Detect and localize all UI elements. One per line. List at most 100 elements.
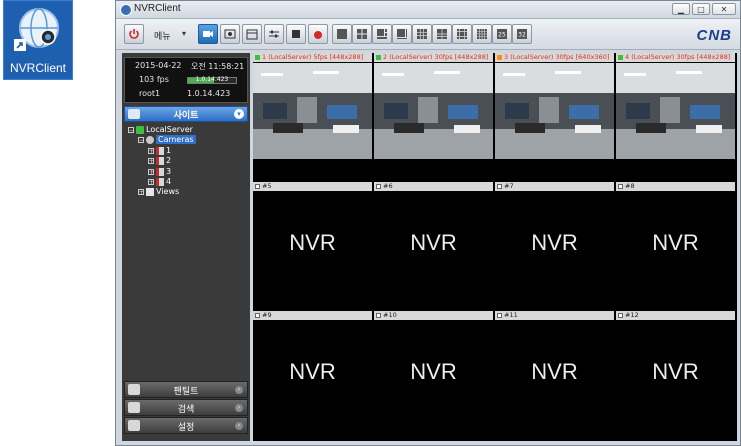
video-tile-3[interactable]: 3 (LocalServer) 30fps [640x360] [495, 53, 614, 180]
tile-status-indicator [497, 312, 502, 318]
no-video-placeholder: NVR [531, 230, 578, 255]
layout-4-button[interactable] [352, 24, 372, 44]
video-tile-header: #5 [253, 182, 372, 191]
layout-16-button[interactable] [472, 24, 492, 44]
maximize-button[interactable]: □ [692, 3, 710, 15]
layout-25-button[interactable]: 25 [492, 24, 512, 44]
tile-title: #6 [383, 182, 393, 190]
cnb-logo: CNB [696, 27, 732, 44]
tree-node-camera-2[interactable]: +2 [148, 156, 171, 166]
tile-title: #8 [625, 182, 635, 190]
search-panel-button[interactable]: 검색 › [124, 399, 248, 416]
layout-9-button[interactable] [412, 24, 432, 44]
tile-status-indicator [376, 54, 381, 60]
ptz-panel-button[interactable]: 팬틸트 › [124, 381, 248, 398]
expand-toggle[interactable]: + [148, 168, 154, 175]
video-tile-6[interactable]: #6 NVR [374, 182, 493, 309]
chevron-down-icon[interactable]: ▾ [234, 109, 244, 119]
video-tile-9[interactable]: #9 NVR [253, 311, 372, 438]
layout-quad-icon [357, 29, 367, 39]
search-label: 검색 [177, 405, 195, 415]
video-tile-4[interactable]: 4 (LocalServer) 30fps [448x288] [616, 53, 735, 180]
expand-toggle[interactable]: + [148, 178, 154, 185]
video-tile-1[interactable]: 1 (LocalServer) 5fps [448x288] [253, 53, 372, 180]
tile-title: #12 [625, 311, 639, 319]
video-tile-12[interactable]: #12 NVR [616, 311, 735, 438]
menu-dropdown-icon[interactable]: ▾ [182, 29, 186, 38]
tree-node-cameras[interactable]: − Cameras [138, 135, 196, 145]
layout-sixteen-icon [477, 29, 487, 39]
tree-node-camera-3[interactable]: +3 [148, 167, 171, 177]
chevron-right-icon: › [235, 404, 243, 412]
layout-32-icon: 32 [517, 29, 527, 39]
tile-status-indicator [376, 312, 381, 318]
tree-label-camera-3: 3 [166, 167, 172, 176]
layout-10-button[interactable] [432, 24, 452, 44]
record-button[interactable] [308, 24, 328, 44]
video-tile-7[interactable]: #7 NVR [495, 182, 614, 309]
tile-status-indicator [255, 312, 260, 318]
tree-node-camera-1[interactable]: +1 [148, 146, 171, 156]
tile-title: 3 (LocalServer) 30fps [640x360] [504, 53, 610, 61]
sidebar: 2015-04-22 오전 11:58:21 103 fps 1.0.14.42… [122, 53, 250, 441]
video-tile-10[interactable]: #10 NVR [374, 311, 493, 438]
layout-six-icon [377, 29, 387, 39]
app-icon [120, 4, 132, 16]
settings-panel-button[interactable]: 설정 › [124, 417, 248, 434]
layout-32-button[interactable]: 32 [512, 24, 532, 44]
menu-button[interactable]: 메뉴 [154, 29, 171, 42]
search-camera-icon [224, 29, 236, 39]
chevron-right-icon: › [235, 422, 243, 430]
settings-button[interactable] [264, 24, 284, 44]
no-video-placeholder: NVR [410, 359, 457, 384]
tile-title: 4 (LocalServer) 30fps [448x288] [625, 53, 731, 61]
tree-node-localserver[interactable]: − LocalServer [128, 125, 193, 135]
status-user: root1 [139, 89, 161, 98]
tree-node-views[interactable]: + Views [138, 187, 179, 197]
layout-1-button[interactable] [332, 24, 352, 44]
video-tile-11[interactable]: #11 NVR [495, 311, 614, 438]
sliders-icon [269, 30, 279, 38]
tile-title: #5 [262, 182, 272, 190]
tile-status-indicator [618, 54, 623, 60]
site-panel-header[interactable]: 사이트 ▾ [124, 106, 248, 122]
fullscreen-icon [292, 30, 300, 38]
fps-meter: 1.0.14.423 [187, 76, 237, 84]
layout-8-button[interactable] [392, 24, 412, 44]
window-title: NVRClient [134, 3, 181, 14]
title-bar[interactable]: NVRClient ▁ □ ✕ [116, 1, 740, 19]
video-tile-5[interactable]: #5 NVR [253, 182, 372, 309]
video-tile-header: 4 (LocalServer) 30fps [448x288] [616, 53, 735, 62]
collapse-toggle[interactable]: − [128, 126, 134, 133]
expand-toggle[interactable]: + [148, 147, 154, 154]
nvrclient-desktop-shortcut[interactable]: NVRClient [3, 0, 73, 80]
tile-title: #10 [383, 311, 397, 319]
toolbar: 메뉴 ▾ 25 32 CNB [116, 19, 740, 50]
power-button[interactable] [124, 24, 144, 44]
video-tile-header: #7 [495, 182, 614, 191]
live-view-button[interactable] [198, 24, 218, 44]
site-label: 사이트 [173, 111, 199, 121]
collapse-toggle[interactable]: − [138, 136, 144, 143]
no-video-placeholder: NVR [531, 359, 578, 384]
power-icon [129, 29, 139, 39]
close-button[interactable]: ✕ [712, 3, 736, 15]
video-tile-2[interactable]: 2 (LocalServer) 30fps [448x288] [374, 53, 493, 180]
schedule-button[interactable] [242, 24, 262, 44]
fullscreen-button[interactable] [286, 24, 306, 44]
video-tile-8[interactable]: #8 NVR [616, 182, 735, 309]
layout-13-button[interactable] [452, 24, 472, 44]
site-tree: − LocalServer − Cameras +1 +2 +3 +4 + Views [124, 123, 248, 379]
video-tile-header: #9 [253, 311, 372, 320]
video-tile-header: 2 (LocalServer) 30fps [448x288] [374, 53, 493, 62]
expand-toggle[interactable]: + [138, 188, 144, 195]
layout-single-icon [337, 29, 347, 39]
layout-6-button[interactable] [372, 24, 392, 44]
camera-feed [253, 63, 372, 159]
tile-status-indicator [618, 183, 623, 189]
expand-toggle[interactable]: + [148, 157, 154, 164]
tree-node-camera-4[interactable]: +4 [148, 177, 171, 187]
camera-feed [374, 63, 493, 159]
playback-button[interactable] [220, 24, 240, 44]
minimize-button[interactable]: ▁ [672, 3, 690, 15]
